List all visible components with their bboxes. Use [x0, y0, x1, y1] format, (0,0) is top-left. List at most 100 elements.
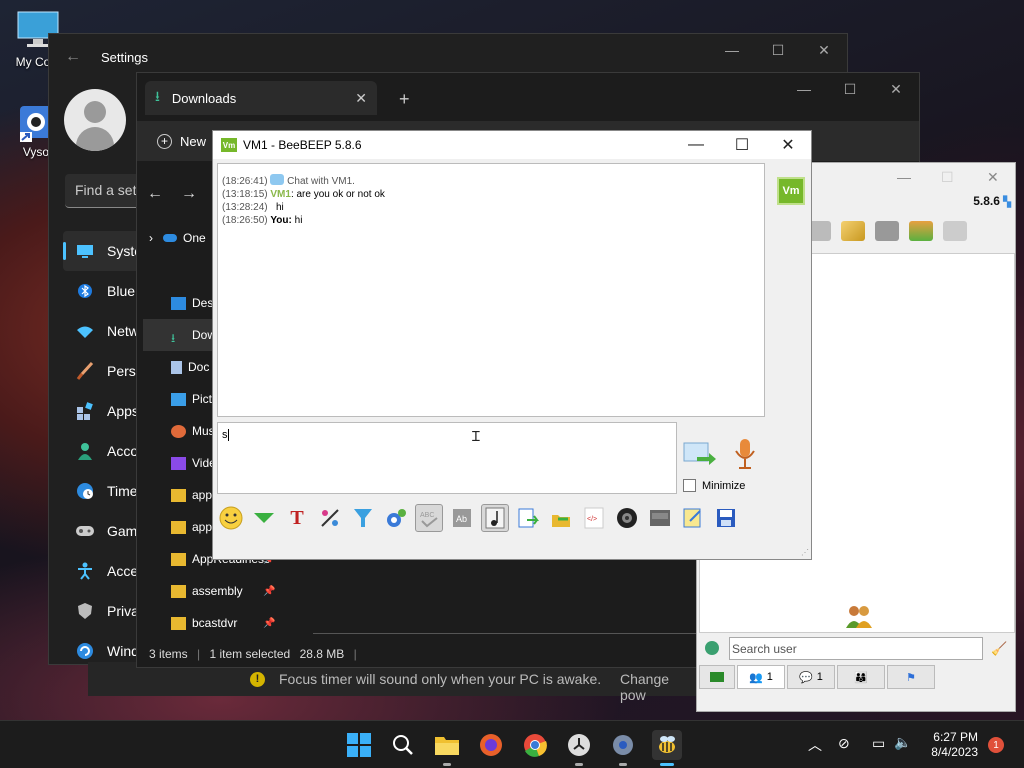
selection-size: 28.8 MB: [299, 647, 345, 661]
export-button[interactable]: [514, 504, 542, 532]
windows-logo-icon: [347, 733, 371, 757]
send-file-button[interactable]: [547, 504, 575, 532]
maximize-icon[interactable]: ☐: [755, 34, 801, 66]
taskbar-clock-app[interactable]: [564, 730, 594, 766]
taskbar-firefox[interactable]: [476, 730, 506, 760]
minimize-icon[interactable]: —: [781, 73, 827, 105]
nav-label: Acce: [107, 563, 139, 579]
taskbar-clock[interactable]: 6:27 PM 8/4/2023: [918, 730, 978, 760]
minimize-checkbox-row[interactable]: Minimize: [683, 479, 745, 492]
sidebar-item-folder[interactable]: bcastdvr 📌: [143, 607, 293, 639]
monitor-icon: [75, 242, 95, 260]
font-button[interactable]: T: [283, 504, 311, 532]
smiley-icon: [219, 506, 243, 530]
new-tab-icon[interactable]: +: [399, 89, 410, 110]
settings-cog-icon[interactable]: [705, 641, 719, 655]
minimize-icon[interactable]: —: [897, 169, 911, 185]
nav-label: Apps: [107, 403, 139, 419]
chat-message-input[interactable]: s Ɪ: [217, 422, 677, 494]
tab-groups[interactable]: 👨‍👩‍👦: [837, 665, 885, 689]
chat-message-log[interactable]: (18:26:41) Chat with VM1. (13:18:15) VM1…: [217, 163, 765, 417]
download-icon: ⭳: [155, 88, 160, 104]
minimize-label: Minimize: [702, 479, 746, 492]
taskbar-file-explorer[interactable]: [432, 730, 462, 766]
spellcheck-button[interactable]: ABC: [415, 504, 443, 532]
close-icon[interactable]: ✕: [873, 73, 919, 105]
tools-icon[interactable]: [875, 221, 899, 241]
nav-label: Time: [107, 483, 138, 499]
message-sender: VM1: [270, 189, 291, 200]
user-avatar[interactable]: [64, 89, 126, 151]
close-tab-icon[interactable]: ✕: [355, 90, 367, 107]
new-label: New: [180, 134, 207, 149]
emoticon-button[interactable]: [217, 504, 245, 532]
expand-button[interactable]: [250, 504, 278, 532]
onedrive-nav-item[interactable]: › One: [149, 231, 206, 245]
back-arrow-icon[interactable]: ←: [147, 185, 163, 202]
color-button[interactable]: [316, 504, 344, 532]
notes-button[interactable]: [679, 504, 707, 532]
tab-chats[interactable]: 💬 1: [787, 665, 835, 689]
tab-users[interactable]: 👥 1: [737, 665, 785, 689]
clock-time: 6:27 PM: [933, 730, 978, 744]
back-arrow-icon[interactable]: ←: [65, 48, 81, 66]
send-button[interactable]: [683, 439, 717, 469]
maximize-icon[interactable]: ☐: [827, 73, 873, 105]
dictionary-button[interactable]: Ab: [448, 504, 476, 532]
search-button[interactable]: [388, 730, 418, 760]
voice-message-button[interactable]: [733, 437, 757, 473]
maximize-icon[interactable]: ☐: [719, 131, 765, 159]
close-icon[interactable]: ✕: [987, 169, 999, 186]
settings-button[interactable]: [382, 504, 410, 532]
clear-search-icon[interactable]: 🧹: [991, 641, 1007, 657]
tab-home[interactable]: [699, 665, 735, 689]
windows-flag-icon: ▚: [1003, 197, 1011, 208]
new-button[interactable]: + New: [157, 134, 206, 149]
trash-icon[interactable]: [943, 221, 967, 241]
export-document-icon: [518, 508, 539, 528]
maximize-icon[interactable]: ☐: [941, 169, 954, 186]
taskbar-beebeep[interactable]: [652, 730, 682, 766]
beebeep-app-icon: Vm: [221, 138, 237, 152]
sidebar-item-folder[interactable]: assembly 📌: [143, 575, 293, 607]
history-button[interactable]: [646, 504, 674, 532]
minimize-icon[interactable]: —: [709, 34, 755, 66]
message-text: Chat with VM1.: [287, 176, 355, 187]
screenshot-button[interactable]: [613, 504, 641, 532]
code-icon: </>: [584, 507, 604, 529]
video-icon: [171, 456, 186, 470]
minimize-checkbox[interactable]: [683, 479, 696, 492]
minimize-icon[interactable]: —: [673, 131, 719, 159]
tab-share[interactable]: ⚑: [887, 665, 935, 689]
taskbar-chrome[interactable]: [520, 730, 550, 760]
search-user-input[interactable]: Search user: [729, 637, 983, 660]
change-power-link[interactable]: Change pow: [620, 671, 698, 703]
chat-bubble-icon: [270, 174, 285, 185]
folder-icon: [171, 488, 186, 502]
forward-arrow-icon[interactable]: →: [181, 185, 197, 202]
volume-icon[interactable]: 🔈: [894, 734, 911, 751]
edit-icon[interactable]: [841, 221, 865, 241]
sound-button[interactable]: [481, 504, 509, 532]
network-disconnected-icon[interactable]: ⊘: [838, 735, 850, 752]
resize-grip-icon[interactable]: ⋰: [801, 548, 809, 557]
sidebar-label: app: [192, 488, 213, 502]
close-icon[interactable]: ✕: [765, 131, 811, 159]
filter-button[interactable]: [349, 504, 377, 532]
settings-window-controls: — ☐ ✕: [709, 34, 847, 66]
save-button[interactable]: [712, 504, 740, 532]
pin-icon: 📌: [263, 585, 276, 597]
code-button[interactable]: </>: [580, 504, 608, 532]
chevron-up-icon[interactable]: ︿: [808, 735, 822, 755]
tab-downloads[interactable]: ⭳ Downloads ✕: [145, 81, 377, 115]
bee-icon: [659, 736, 675, 753]
cloud-icon: [163, 234, 177, 242]
notification-badge[interactable]: 1: [988, 737, 1004, 753]
taskbar-settings[interactable]: [608, 730, 638, 766]
display-icon[interactable]: ▭: [872, 735, 885, 752]
start-button[interactable]: [344, 730, 374, 760]
exit-icon[interactable]: [909, 221, 933, 241]
vm1-user-avatar[interactable]: Vm: [777, 177, 805, 205]
close-icon[interactable]: ✕: [801, 34, 847, 66]
folder-icon: [435, 737, 459, 755]
